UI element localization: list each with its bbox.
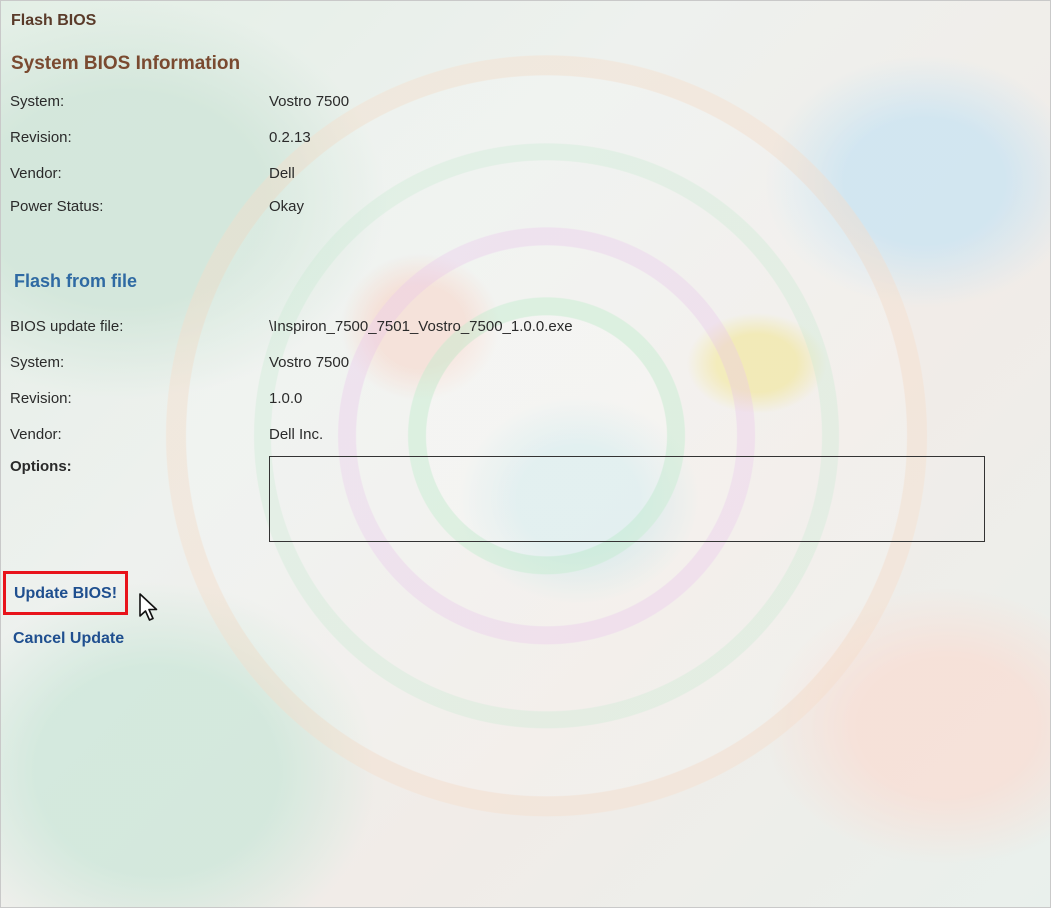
power-status-row: Power Status: Okay bbox=[10, 198, 1010, 222]
file-system-row: System: Vostro 7500 bbox=[10, 354, 1010, 378]
system-label: System: bbox=[10, 93, 65, 110]
mouse-pointer-icon bbox=[139, 593, 158, 621]
revision-value: 0.2.13 bbox=[269, 129, 311, 146]
options-label: Options: bbox=[10, 458, 72, 475]
system-bios-info-heading: System BIOS Information bbox=[11, 53, 241, 74]
power-status-value: Okay bbox=[269, 198, 305, 215]
revision-row: Revision: 0.2.13 bbox=[10, 129, 1010, 153]
update-bios-button[interactable]: Update BIOS! bbox=[3, 571, 128, 615]
file-revision-label: Revision: bbox=[10, 390, 72, 407]
options-box[interactable] bbox=[269, 456, 985, 542]
file-system-label: System: bbox=[10, 354, 65, 371]
system-row: System: Vostro 7500 bbox=[10, 93, 1010, 117]
bios-update-file-value: \Inspiron_7500_7501_Vostro_7500_1.0.0.ex… bbox=[269, 318, 573, 335]
flash-bios-screen: Flash BIOS System BIOS Information Syste… bbox=[0, 0, 1051, 908]
file-vendor-label: Vendor: bbox=[10, 426, 62, 443]
update-bios-label: Update BIOS! bbox=[13, 584, 118, 602]
file-revision-row: Revision: 1.0.0 bbox=[10, 390, 1010, 414]
vendor-label: Vendor: bbox=[10, 165, 62, 182]
vendor-row: Vendor: Dell bbox=[10, 165, 1010, 189]
file-revision-value: 1.0.0 bbox=[269, 390, 303, 407]
power-status-label: Power Status: bbox=[10, 198, 104, 215]
file-vendor-row: Vendor: Dell Inc. bbox=[10, 426, 1010, 450]
vendor-value: Dell bbox=[269, 165, 295, 182]
cancel-update-button[interactable]: Cancel Update bbox=[13, 630, 124, 648]
bios-update-file-label: BIOS update file: bbox=[10, 318, 124, 335]
page-title: Flash BIOS bbox=[11, 12, 97, 29]
flash-from-file-heading: Flash from file bbox=[14, 271, 138, 291]
system-value: Vostro 7500 bbox=[269, 93, 350, 110]
bios-update-file-row: BIOS update file: \Inspiron_7500_7501_Vo… bbox=[10, 318, 1010, 342]
revision-label: Revision: bbox=[10, 129, 72, 146]
file-system-value: Vostro 7500 bbox=[269, 354, 350, 371]
file-vendor-value: Dell Inc. bbox=[269, 426, 324, 443]
